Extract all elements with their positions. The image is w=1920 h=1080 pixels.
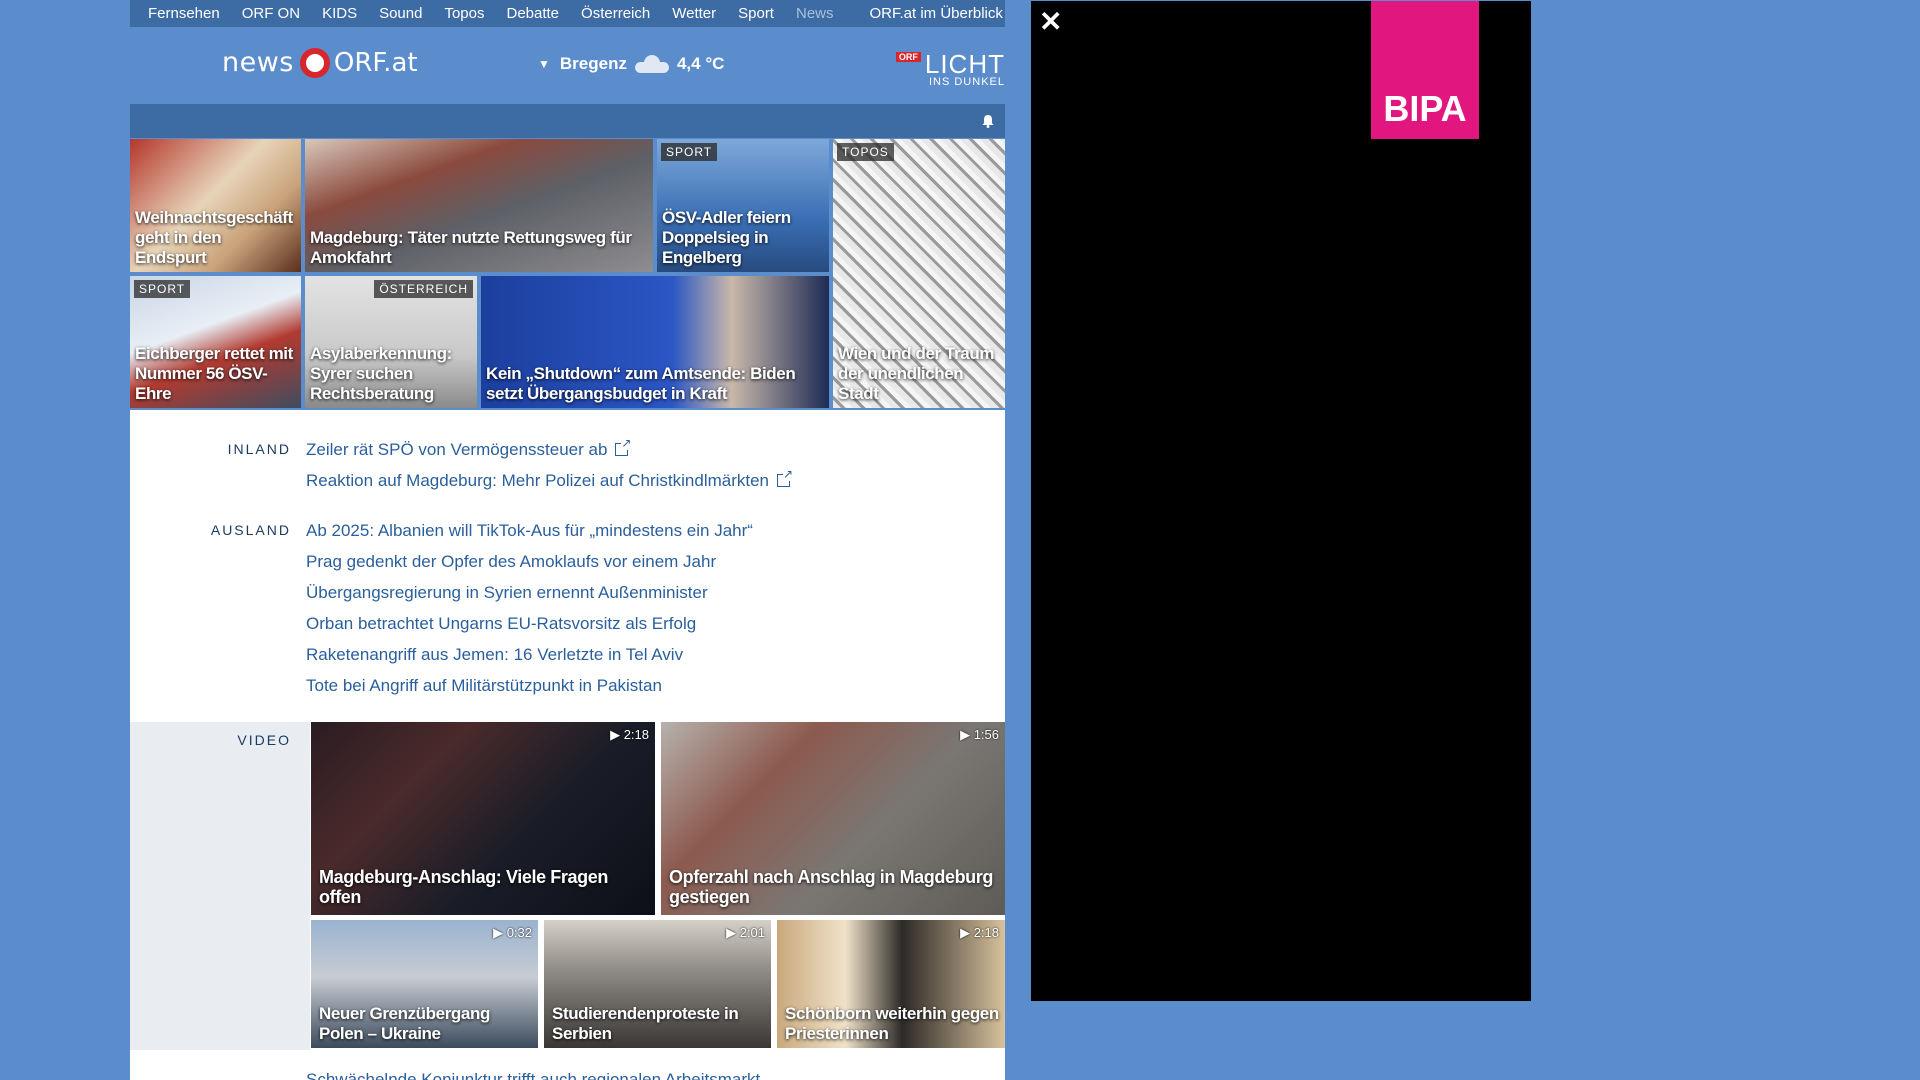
category-label: VIDEO bbox=[237, 732, 291, 748]
top-navigation: Fernsehen ORF ON KIDS Sound Topos Debatt… bbox=[130, 0, 1005, 27]
nav-news[interactable]: News bbox=[796, 5, 834, 22]
nav-orf-on[interactable]: ORF ON bbox=[242, 5, 300, 22]
news-link[interactable]: Schwächelnde Konjunktur trifft auch regi… bbox=[306, 1070, 760, 1080]
nav-topos[interactable]: Topos bbox=[444, 5, 484, 22]
video-tile[interactable]: ▶ 2:18 Magdeburg-Anschlag: Viele Fragen … bbox=[311, 722, 655, 915]
duration-text: 2:18 bbox=[623, 727, 649, 742]
news-link[interactable]: Raketenangriff aus Jemen: 16 Verletzte i… bbox=[306, 645, 683, 665]
video-duration: ▶ 0:32 bbox=[493, 925, 532, 940]
tile-tag: SPORT bbox=[661, 143, 718, 161]
category-label: INLAND bbox=[227, 441, 291, 457]
tile-label: Neuer Grenzübergang Polen – Ukraine bbox=[319, 1004, 490, 1043]
duration-text: 2:01 bbox=[739, 925, 765, 940]
nav-debatte[interactable]: Debatte bbox=[506, 5, 559, 22]
licht-title: LICHT bbox=[924, 49, 1005, 79]
video-duration: ▶ 2:18 bbox=[610, 727, 649, 742]
nav-overview[interactable]: ORF.at im Überblick bbox=[870, 5, 1003, 22]
tile-tag: SPORT bbox=[134, 280, 191, 298]
logo-orf-text: ORF.at bbox=[333, 47, 418, 78]
story-tile-eichberger[interactable]: SPORT Eichberger rettet mit Nummer 56 ÖS… bbox=[130, 276, 301, 408]
news-link-text: Zeiler rät SPÖ von Vermögenssteuer ab bbox=[306, 440, 608, 459]
site-header: news ORF.at ▼ Bregenz 4,4 °C ORF LICHT IN… bbox=[130, 27, 1005, 104]
video-tile[interactable]: ▶ 2:01 Studierendenproteste in Serbien bbox=[544, 920, 771, 1048]
video-tile[interactable]: ▶ 2:18 Schönborn weiterhin gegen Prieste… bbox=[777, 920, 1005, 1048]
tile-label: Eichberger rettet mit Nummer 56 ÖSV-Ehre bbox=[135, 344, 293, 403]
tile-tag: TOPOS bbox=[837, 143, 894, 161]
news-list: INLAND Zeiler rät SPÖ von Vermögenssteue… bbox=[130, 410, 1005, 722]
weather-widget[interactable]: ▼ Bregenz 4,4 °C bbox=[538, 54, 724, 74]
tile-label: Wien und der Traum der unendlichen Stadt bbox=[838, 344, 995, 403]
bipa-logo[interactable]: BIPA bbox=[1371, 1, 1479, 139]
external-link-icon bbox=[615, 436, 632, 456]
nav-oesterreich[interactable]: Österreich bbox=[581, 5, 650, 22]
tile-label: Weihnachtsgeschäft geht in den Endspurt bbox=[135, 208, 293, 267]
category-label: AUSLAND bbox=[210, 522, 291, 538]
story-tile-weihnachtsgeschaeft[interactable]: Weihnachtsgeschäft geht in den Endspurt bbox=[130, 139, 301, 272]
video-duration: ▶ 1:56 bbox=[960, 727, 999, 742]
site-logo[interactable]: news ORF.at bbox=[222, 47, 418, 78]
video-list: ▶ 2:18 Magdeburg-Anschlag: Viele Fragen … bbox=[310, 722, 1005, 1050]
news-link[interactable]: Orban betrachtet Ungarns EU-Ratsvorsitz … bbox=[306, 614, 696, 634]
bell-icon[interactable] bbox=[981, 114, 995, 128]
tile-label: Kein „Shutdown“ zum Amtsende: Biden setz… bbox=[486, 364, 796, 403]
story-tile-asylaberkennung[interactable]: ÖSTERREICH Asylaberkennung: Syrer suchen… bbox=[305, 276, 477, 408]
licht-ins-dunkel-logo[interactable]: ORF LICHT INS DUNKEL bbox=[895, 49, 1005, 88]
story-tile-wien-traum[interactable]: TOPOS Wien und der Traum der unendlichen… bbox=[833, 139, 1005, 408]
tile-label: Opferzahl nach Anschlag in Magdeburg ges… bbox=[669, 867, 993, 907]
next-section-strip: Schwächelnde Konjunktur trifft auch regi… bbox=[130, 1050, 1005, 1080]
ad-overlay[interactable]: ✕ BIPA bbox=[1031, 1, 1531, 1001]
video-duration: ▶ 2:18 bbox=[960, 925, 999, 940]
nav-sport[interactable]: Sport bbox=[738, 5, 774, 22]
video-section: VIDEO ▶ 2:18 Magdeburg-Anschlag: Viele F… bbox=[130, 722, 1005, 1050]
duration-text: 1:56 bbox=[973, 727, 999, 742]
news-link[interactable]: Ab 2025: Albanien will TikTok-Aus für „m… bbox=[306, 521, 753, 541]
duration-text: 0:32 bbox=[506, 925, 532, 940]
story-tile-magdeburg[interactable]: Magdeburg: Täter nutzte Rettungsweg für … bbox=[305, 139, 653, 272]
nav-kids[interactable]: KIDS bbox=[322, 5, 357, 22]
tile-label: Studierendenproteste in Serbien bbox=[552, 1004, 739, 1043]
licht-orf-badge: ORF bbox=[895, 52, 921, 62]
video-tile[interactable]: ▶ 1:56 Opferzahl nach Anschlag in Magdeb… bbox=[661, 722, 1005, 915]
tile-label: Schönborn weiterhin gegen Priesterinnen bbox=[785, 1004, 999, 1043]
nav-sound[interactable]: Sound bbox=[379, 5, 422, 22]
tile-label: ÖSV-Adler feiern Doppelsieg in Engelberg bbox=[662, 208, 791, 267]
video-tile[interactable]: ▶ 0:32 Neuer Grenzübergang Polen – Ukrai… bbox=[311, 920, 538, 1048]
weather-temp: 4,4 °C bbox=[676, 54, 725, 73]
weather-city: Bregenz bbox=[559, 54, 627, 73]
nav-wetter[interactable]: Wetter bbox=[672, 5, 716, 22]
news-link[interactable]: Prag gedenkt der Opfer des Amoklaufs vor… bbox=[306, 552, 716, 572]
toolbar-strip bbox=[130, 104, 1005, 138]
dropdown-triangle-icon: ▼ bbox=[538, 57, 550, 71]
cloud-icon bbox=[634, 55, 669, 73]
tile-label: Magdeburg: Täter nutzte Rettungsweg für … bbox=[310, 228, 632, 267]
tile-tag: ÖSTERREICH bbox=[374, 280, 473, 298]
video-duration: ▶ 2:01 bbox=[726, 925, 765, 940]
external-link-icon bbox=[777, 467, 794, 487]
news-link[interactable]: Tote bei Angriff auf Militärstützpunkt i… bbox=[306, 676, 662, 696]
tile-label: Asylaberkennung: Syrer suchen Rechtsbera… bbox=[310, 344, 452, 403]
news-link[interactable]: Übergangsregierung in Syrien ernennt Auß… bbox=[306, 583, 708, 603]
news-link[interactable]: Reaktion auf Magdeburg: Mehr Polizei auf… bbox=[306, 467, 794, 491]
news-link[interactable]: Zeiler rät SPÖ von Vermögenssteuer ab bbox=[306, 436, 632, 460]
tile-label: Magdeburg-Anschlag: Viele Fragen offen bbox=[319, 867, 608, 907]
story-tile-oesv-adler[interactable]: SPORT ÖSV-Adler feiern Doppelsieg in Eng… bbox=[657, 139, 829, 272]
close-icon[interactable]: ✕ bbox=[1039, 5, 1062, 38]
news-link-text: Reaktion auf Magdeburg: Mehr Polizei auf… bbox=[306, 471, 770, 490]
story-tile-biden[interactable]: Kein „Shutdown“ zum Amtsende: Biden setz… bbox=[481, 276, 829, 408]
orf-eye-icon bbox=[299, 47, 330, 78]
logo-news-text: news bbox=[222, 47, 294, 78]
duration-text: 2:18 bbox=[973, 925, 999, 940]
nav-fernsehen[interactable]: Fernsehen bbox=[148, 5, 220, 22]
